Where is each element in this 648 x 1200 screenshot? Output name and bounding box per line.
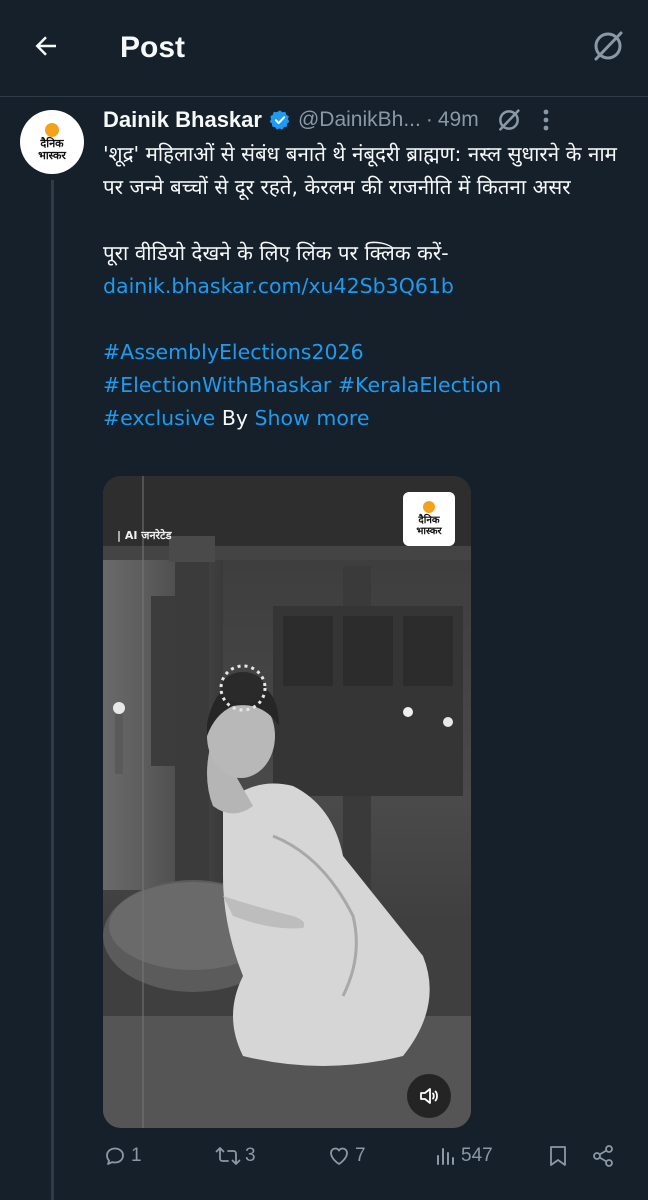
page-title: Post [120,31,186,64]
video-frame [103,476,471,1128]
views-icon [437,1148,454,1165]
grok-post-button[interactable] [496,107,522,133]
avatar-logo-line1: दैनिक [40,136,64,150]
ai-generated-label: | AI जनरेटेड [117,529,172,542]
video-watermark-logo: दैनिक भास्कर [403,492,455,546]
author-handle[interactable]: @DainikBh... [298,108,421,132]
reply-count: 1 [131,1145,142,1166]
repost-icon [215,1147,241,1165]
grok-icon [594,31,623,61]
reply-icon [106,1147,124,1165]
share-icon [593,1145,613,1167]
top-bar: Post [0,0,648,96]
meta-separator: · [425,108,433,131]
like-button[interactable]: 7 [327,1144,366,1168]
like-icon [330,1147,348,1165]
views-button[interactable]: 547 [435,1144,493,1168]
reply-button[interactable]: 1 [103,1144,142,1168]
share-button[interactable] [591,1144,615,1168]
verified-badge-icon[interactable] [269,109,291,131]
hashtag-electionwithbhaskar[interactable]: #ElectionWithBhaskar [103,373,331,397]
back-button[interactable] [28,28,64,64]
post-actions: 1 3 7 547 [103,1140,623,1180]
sun-logo-icon [423,501,435,513]
hashtag-assemblyelections2026[interactable]: #AssemblyElections2026 [103,340,364,364]
hashtag-exclusive[interactable]: #exclusive [103,406,215,430]
avatar-logo-line2: भास्कर [38,148,66,162]
back-arrow-icon [35,36,56,56]
grok-icon [498,109,520,131]
post-cta: पूरा वीडियो देखने के लिए लिंक पर क्लिक क… [103,241,449,265]
by-text: By [221,406,249,430]
post-video[interactable]: | AI जनरेटेड दैनिक भास्कर [103,476,471,1128]
view-count: 547 [461,1145,493,1166]
post-headline: 'शूद्र' महिलाओं से संबंध बनाते थे नंबूदर… [103,142,617,199]
more-options-button[interactable] [542,108,550,132]
bookmark-icon [550,1146,566,1166]
mute-toggle-button[interactable] [407,1074,451,1118]
repost-button[interactable]: 3 [215,1144,256,1168]
grok-button[interactable] [588,26,628,66]
header-divider [0,96,648,97]
hashtag-keralaelection[interactable]: #KeralaElection [338,373,501,397]
thread-line [51,180,54,1200]
show-more-link[interactable]: Show more [255,406,370,430]
watermark-line1: दैनिक [418,515,440,526]
sun-logo-icon [45,122,59,137]
bookmark-button[interactable] [547,1144,569,1168]
post-body: 'शूद्र' महिलाओं से संबंध बनाते थे नंबूदर… [103,138,633,435]
post-link[interactable]: dainik.bhaskar.com/xu42Sb3Q61b [103,274,454,298]
speaker-icon [420,1088,438,1104]
post-timestamp[interactable]: 49m [438,108,479,132]
repost-count: 3 [245,1145,256,1166]
more-icon [543,109,549,131]
author-avatar[interactable]: दैनिक भास्कर [20,110,84,174]
post-header: Dainik Bhaskar @DainikBh... · 49m [103,104,633,136]
like-count: 7 [355,1145,366,1166]
watermark-line2: भास्कर [416,526,442,537]
author-display-name[interactable]: Dainik Bhaskar [103,107,262,133]
